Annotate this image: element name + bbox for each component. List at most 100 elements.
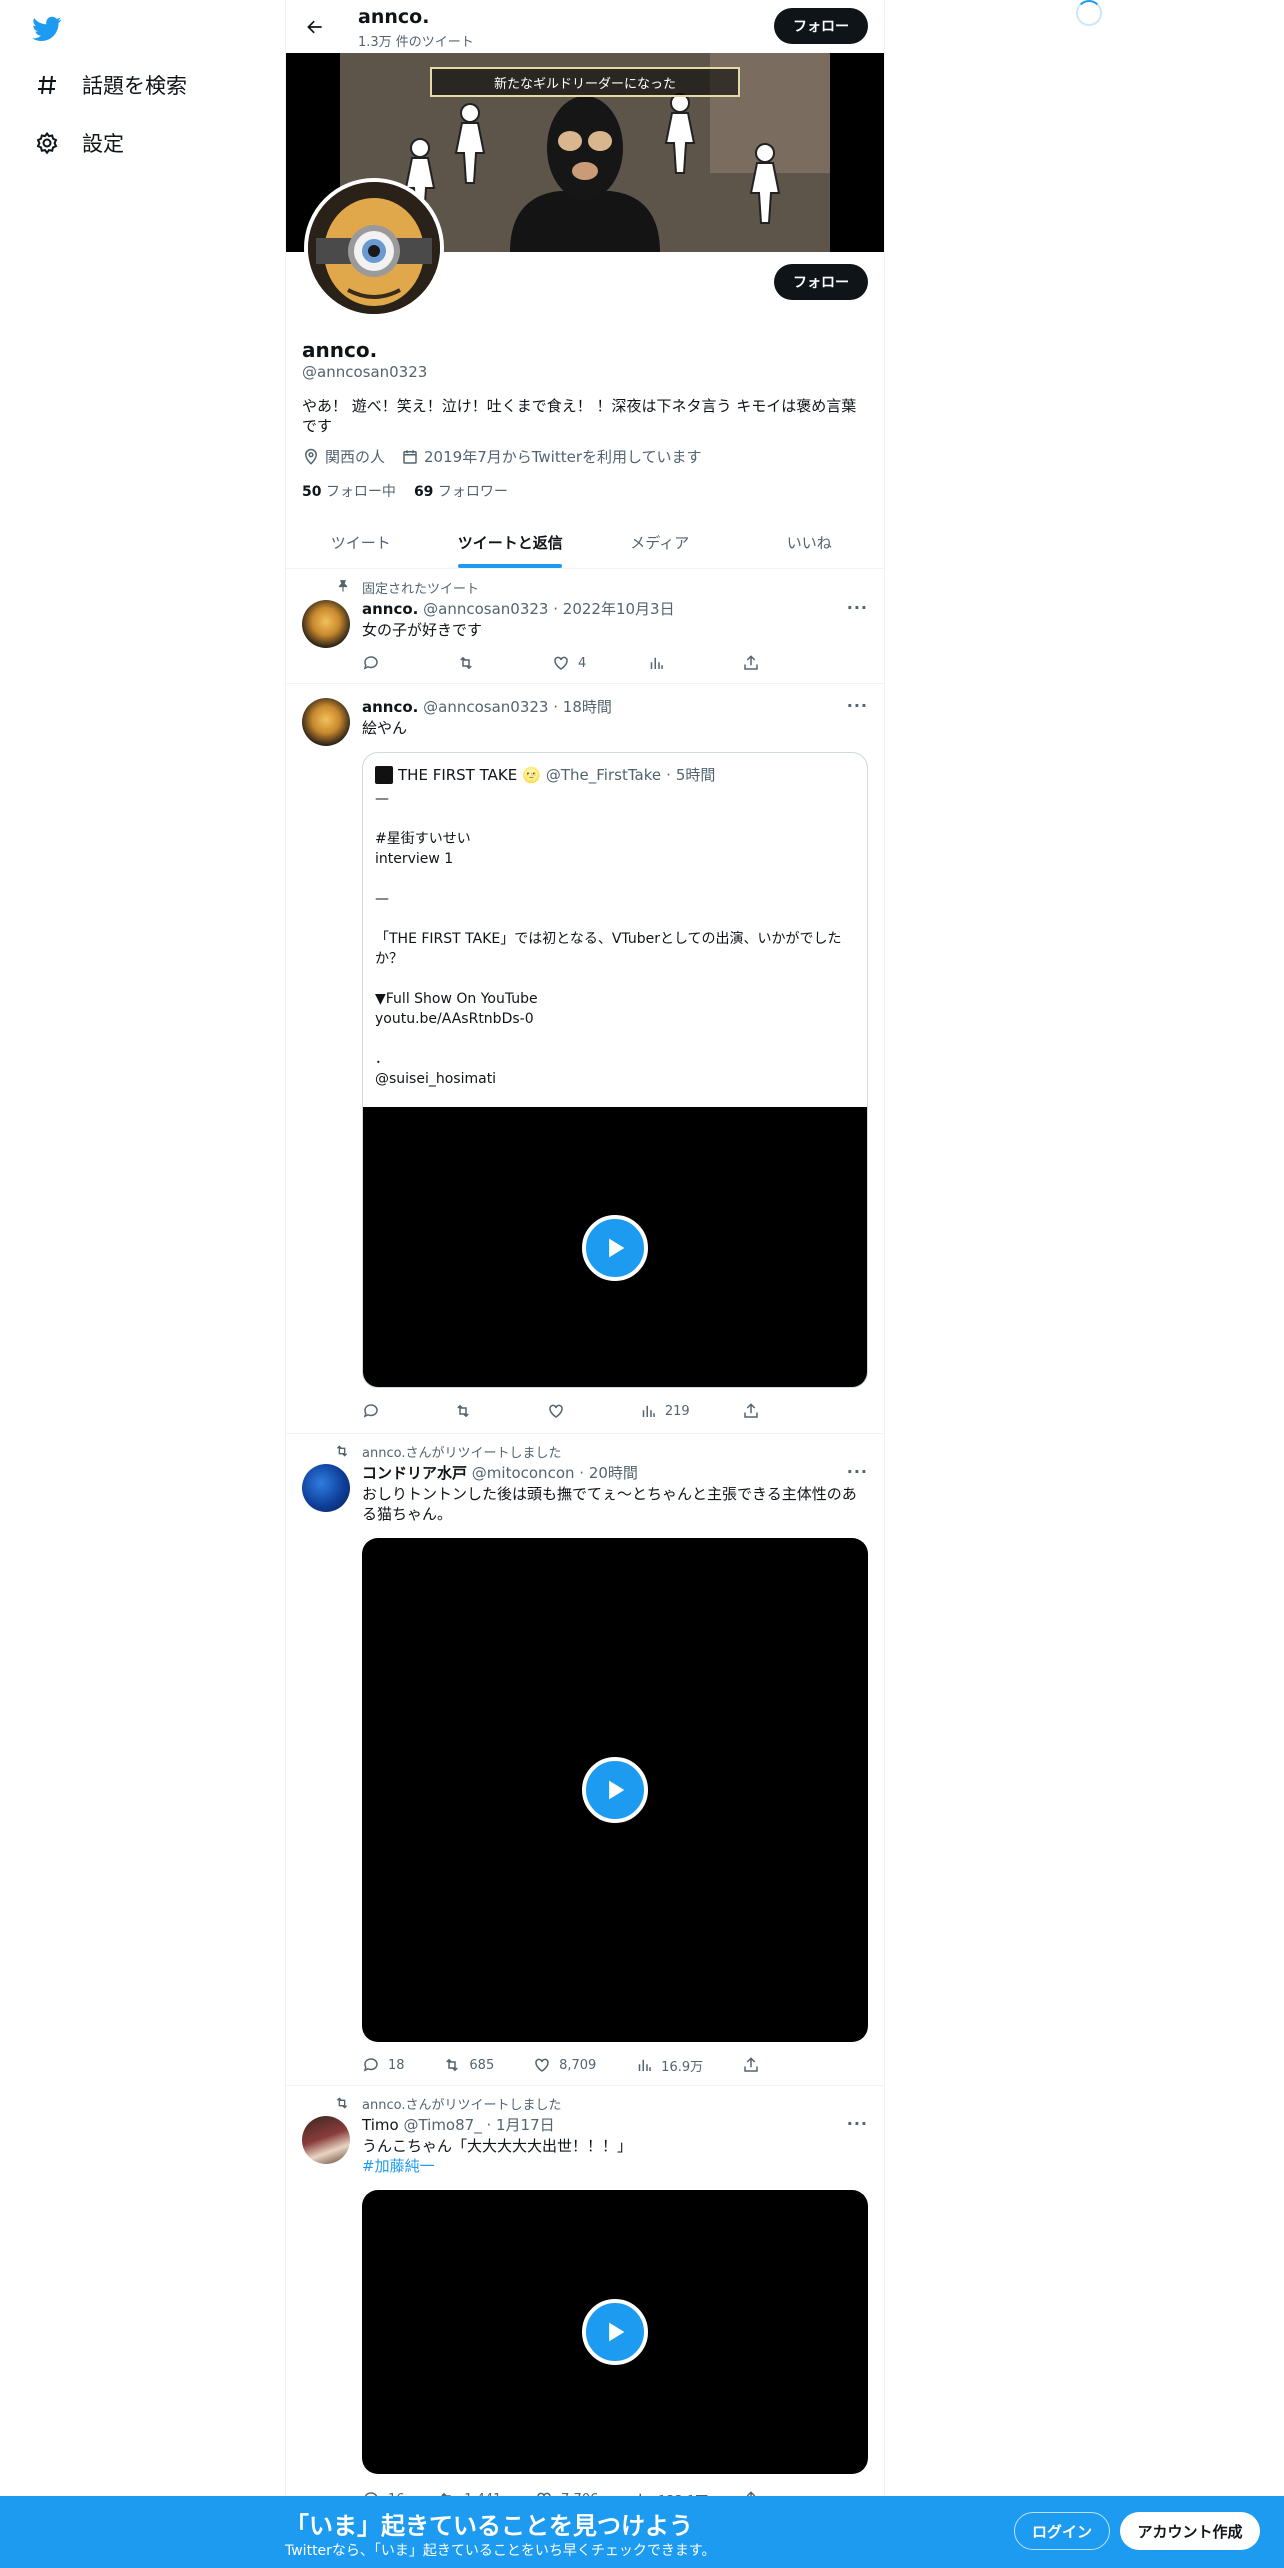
sidebar-item-label: 設定 — [82, 132, 124, 156]
following-link[interactable]: 50 フォロー中 — [302, 481, 396, 501]
quote-line — [375, 969, 855, 989]
profile-column: annco. 1.3万 件のツイート フォロー 新たなギルドリーダーになった フ… — [285, 0, 885, 2568]
share-icon — [744, 2057, 758, 2072]
profile-meta: 関西の人 2019年7月からTwitterを利用しています — [302, 446, 702, 467]
play-icon[interactable] — [582, 1215, 648, 1281]
profile-counts: 50 フォロー中 69 フォロワー — [302, 481, 508, 501]
quote-link[interactable]: youtu.be/AAsRtnbDs-0 — [375, 1009, 855, 1029]
retweet-icon — [460, 656, 472, 670]
tweet-header: annco. @anncosan0323 · 18時間 — [362, 698, 612, 716]
hashtag-link[interactable]: #加藤純一 — [362, 2156, 868, 2176]
quote-line: — — [375, 791, 389, 807]
share-button[interactable] — [742, 1400, 782, 1422]
tab-tweets[interactable]: ツイート — [286, 516, 436, 568]
profile-avatar[interactable] — [304, 178, 444, 318]
tweet[interactable]: annco.さんがリツイートしました コンドリア水戸 @mitoconcon ·… — [286, 1434, 884, 2086]
reply-icon — [363, 2058, 378, 2072]
quote-line: ． — [375, 1051, 389, 1067]
profile-header-bar: annco. 1.3万 件のツイート フォロー — [286, 0, 884, 53]
analytics-icon — [642, 1405, 655, 1417]
tweet-actions: 4 — [362, 652, 782, 674]
tweet[interactable]: annco.さんがリツイートしました Timo @Timo87_ · 1月17日… — [286, 2086, 884, 2546]
profile-join-date: 2019年7月からTwitterを利用しています — [401, 446, 702, 467]
share-icon — [744, 1403, 758, 1418]
share-button[interactable] — [742, 2054, 782, 2076]
sidebar-item-explore[interactable]: 話題を検索 — [34, 70, 187, 100]
play-icon[interactable] — [582, 2299, 648, 2365]
reply-button[interactable]: 18 — [362, 2054, 405, 2076]
play-icon[interactable] — [582, 1757, 648, 1823]
profile-follow-button[interactable]: フォロー — [774, 264, 868, 300]
retweet-icon — [446, 2058, 459, 2072]
retweet-icon — [336, 1445, 348, 1457]
tweet-video[interactable] — [362, 2190, 868, 2474]
quote-video[interactable] — [363, 1107, 867, 1387]
retweet-context: annco.さんがリツイートしました — [336, 1442, 561, 1461]
bottom-bar-title: 「いま」起きていることを見つけよう — [285, 2512, 693, 2540]
avatar[interactable] — [302, 2116, 350, 2164]
quote-line — [375, 869, 855, 889]
tweet-header: コンドリア水戸 @mitoconcon · 20時間 — [362, 1464, 638, 1482]
quote-avatar — [375, 766, 393, 784]
pin-icon — [338, 580, 348, 592]
reply-icon — [363, 1404, 378, 1418]
quote-mention[interactable]: @suisei_hosimati — [375, 1069, 855, 1089]
tweet-video[interactable] — [362, 1538, 868, 2042]
like-button[interactable] — [547, 1400, 587, 1422]
share-button[interactable] — [742, 652, 782, 674]
loading-spinner-icon — [1076, 0, 1102, 26]
quote-line: 「THE FIRST TAKE」では初となる、VTuberとしての出演、いかがで… — [375, 931, 842, 967]
signup-bottom-bar: 「いま」起きていることを見つけよう Twitterなら、「いま」起きていることを… — [0, 2496, 1284, 2568]
tweet-text: 絵やん — [362, 719, 408, 737]
profile-name: annco. — [302, 338, 378, 362]
followers-link[interactable]: 69 フォロワー — [414, 481, 508, 501]
quote-header: THE FIRST TAKE 🌝 @The_FirstTake · 5時間 — [375, 765, 855, 785]
heart-icon — [554, 656, 568, 670]
quote-body: THE FIRST TAKE 🌝 @The_FirstTake · 5時間 — … — [363, 753, 867, 1101]
retweet-icon — [457, 1404, 470, 1418]
more-icon[interactable]: ··· — [847, 598, 868, 617]
tweet[interactable]: annco. @anncosan0323 · 18時間 ··· 絵やん THE … — [286, 684, 884, 1434]
login-button[interactable]: ログイン — [1014, 2512, 1110, 2550]
tab-media[interactable]: メディア — [585, 516, 735, 568]
views-button[interactable]: 16.9万 — [635, 2054, 703, 2076]
back-arrow-icon[interactable] — [300, 12, 330, 42]
header-tweet-count: 1.3万 件のツイート — [358, 35, 474, 50]
retweet-button[interactable] — [454, 1400, 494, 1422]
like-button[interactable]: 4 — [552, 652, 592, 674]
bottom-bar-subtitle: Twitterなら、「いま」起きていることをいち早くチェックできます。 — [285, 2543, 716, 2559]
tab-likes[interactable]: いいね — [735, 516, 885, 568]
avatar[interactable] — [302, 1464, 350, 1512]
twitter-logo-icon[interactable] — [30, 14, 64, 44]
more-icon[interactable]: ··· — [847, 2114, 868, 2133]
retweet-icon — [336, 2097, 348, 2109]
views-button[interactable] — [647, 652, 687, 674]
retweet-button[interactable] — [457, 652, 497, 674]
pinned-context: 固定されたツイート — [338, 578, 479, 597]
tweet-actions: 219 — [362, 1400, 782, 1422]
profile-location: 関西の人 — [302, 446, 385, 467]
sidebar-item-label: 話題を検索 — [82, 74, 187, 98]
views-button[interactable]: 219 — [639, 1400, 690, 1422]
quote-line — [375, 909, 855, 929]
avatar[interactable] — [302, 698, 350, 746]
like-button[interactable]: 8,709 — [533, 2054, 596, 2076]
heart-icon — [548, 1404, 563, 1418]
tweet[interactable]: 固定されたツイート annco. @anncosan0323 · 2022年10… — [286, 570, 884, 684]
gear-icon — [34, 130, 60, 156]
avatar[interactable] — [302, 600, 350, 648]
tweet-header: Timo @Timo87_ · 1月17日 — [362, 2116, 555, 2134]
signup-button[interactable]: アカウント作成 — [1120, 2512, 1260, 2550]
tab-tweets-and-replies[interactable]: ツイートと返信 — [436, 516, 586, 568]
sidebar-item-settings[interactable]: 設定 — [34, 128, 124, 158]
more-icon[interactable]: ··· — [847, 1462, 868, 1481]
more-icon[interactable]: ··· — [847, 696, 868, 715]
quote-line: interview 1 — [375, 851, 454, 867]
retweet-button[interactable]: 685 — [443, 2054, 494, 2076]
profile-tabs: ツイート ツイートと返信 メディア いいね — [286, 516, 884, 569]
analytics-icon — [650, 657, 663, 669]
header-follow-button[interactable]: フォロー — [774, 8, 868, 44]
quote-tweet[interactable]: THE FIRST TAKE 🌝 @The_FirstTake · 5時間 — … — [362, 752, 868, 1388]
reply-button[interactable] — [362, 1400, 402, 1422]
reply-button[interactable] — [362, 652, 402, 674]
